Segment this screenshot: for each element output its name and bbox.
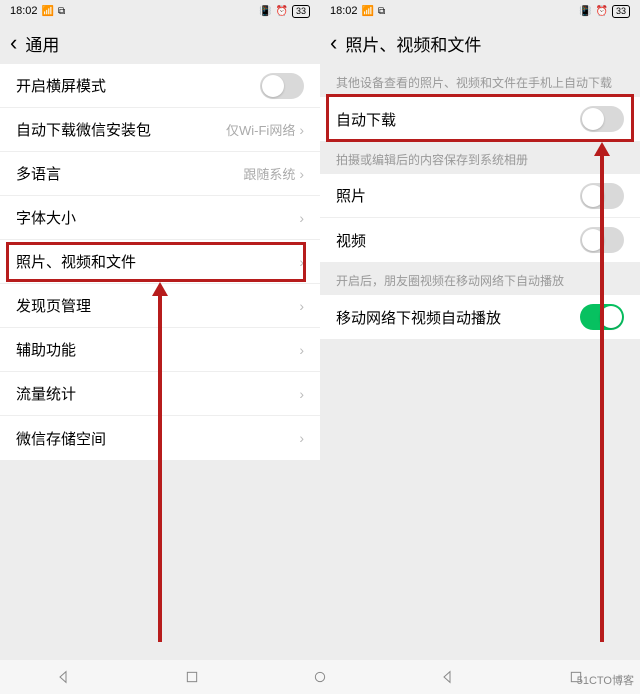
row-label: 照片 xyxy=(336,185,366,206)
chevron-right-icon: › xyxy=(299,254,304,270)
toggle-video[interactable] xyxy=(580,227,624,253)
chevron-right-icon: › xyxy=(299,122,304,138)
row-auto-download[interactable]: 自动下载 xyxy=(320,97,640,141)
row-video[interactable]: 视频 xyxy=(320,218,640,262)
row-value: 跟随系统 xyxy=(243,164,295,183)
back-icon[interactable]: ‹ xyxy=(330,30,337,56)
chevron-right-icon: › xyxy=(299,430,304,446)
wifi-icon: ⧉ xyxy=(378,6,385,17)
row-font[interactable]: 字体大小 › xyxy=(0,196,320,240)
alarm-icon: ⏰ xyxy=(276,6,288,17)
row-lang[interactable]: 多语言 跟随系统› xyxy=(0,152,320,196)
back-icon[interactable]: ‹ xyxy=(10,30,17,56)
battery-icon: 33 xyxy=(292,5,310,18)
nav-recent-icon[interactable] xyxy=(184,669,200,685)
row-autodl-pkg[interactable]: 自动下载微信安装包 仅Wi-Fi网络› xyxy=(0,108,320,152)
nav-home-icon[interactable] xyxy=(312,669,328,685)
status-time: 18:02 xyxy=(10,5,38,17)
status-bar: 18:02 📶 ⧉ 📳 ⏰ 33 xyxy=(320,0,640,22)
android-navbar xyxy=(0,660,640,694)
row-label: 移动网络下视频自动播放 xyxy=(336,307,501,328)
phone-left: 18:02 📶 ⧉ 📳 ⏰ 33 ‹ 通用 开启横屏模式 自动下载微信安装包 xyxy=(0,0,320,694)
signal-icon: 📶 xyxy=(362,6,374,17)
section-hint: 其他设备查看的照片、视频和文件在手机上自动下载 xyxy=(320,64,640,97)
vibrate-icon: 📳 xyxy=(259,6,271,17)
row-accessibility[interactable]: 辅助功能 › xyxy=(0,328,320,372)
page-title: 通用 xyxy=(25,31,59,56)
toggle-photo[interactable] xyxy=(580,183,624,209)
row-landscape[interactable]: 开启横屏模式 xyxy=(0,64,320,108)
toggle-auto-download[interactable] xyxy=(580,106,624,132)
row-label: 微信存储空间 xyxy=(16,428,106,449)
row-label: 自动下载 xyxy=(336,109,396,130)
row-label: 发现页管理 xyxy=(16,295,91,316)
row-label: 流量统计 xyxy=(16,383,76,404)
row-autoplay[interactable]: 移动网络下视频自动播放 xyxy=(320,295,640,339)
toggle-autoplay[interactable] xyxy=(580,304,624,330)
chevron-right-icon: › xyxy=(299,166,304,182)
phone-right: 18:02 📶 ⧉ 📳 ⏰ 33 ‹ 照片、视频和文件 其他设备查看的照片、视频… xyxy=(320,0,640,694)
title-bar: ‹ 照片、视频和文件 xyxy=(320,22,640,64)
row-label: 视频 xyxy=(336,230,366,251)
row-value: 仅Wi-Fi网络 xyxy=(226,120,295,139)
row-label: 自动下载微信安装包 xyxy=(16,119,151,140)
status-bar: 18:02 📶 ⧉ 📳 ⏰ 33 xyxy=(0,0,320,22)
row-label: 多语言 xyxy=(16,163,61,184)
section-hint: 拍摄或编辑后的内容保存到系统相册 xyxy=(320,141,640,174)
toggle-landscape[interactable] xyxy=(260,73,304,99)
row-traffic[interactable]: 流量统计 › xyxy=(0,372,320,416)
row-label: 辅助功能 xyxy=(16,339,76,360)
row-storage[interactable]: 微信存储空间 › xyxy=(0,416,320,460)
row-photos-videos-files[interactable]: 照片、视频和文件 › xyxy=(0,240,320,284)
battery-icon: 33 xyxy=(612,5,630,18)
chevron-right-icon: › xyxy=(299,342,304,358)
nav-back-icon[interactable] xyxy=(56,669,72,685)
chevron-right-icon: › xyxy=(299,210,304,226)
status-time: 18:02 xyxy=(330,5,358,17)
chevron-right-icon: › xyxy=(299,298,304,314)
chevron-right-icon: › xyxy=(299,386,304,402)
nav-back-icon[interactable] xyxy=(440,669,456,685)
watermark: 51CTO博客 xyxy=(577,672,634,688)
row-photo[interactable]: 照片 xyxy=(320,174,640,218)
signal-icon: 📶 xyxy=(42,6,54,17)
title-bar: ‹ 通用 xyxy=(0,22,320,64)
section-hint: 开启后，朋友圈视频在移动网络下自动播放 xyxy=(320,262,640,295)
wifi-icon: ⧉ xyxy=(58,6,65,17)
row-label: 照片、视频和文件 xyxy=(16,251,136,272)
vibrate-icon: 📳 xyxy=(579,6,591,17)
page-title: 照片、视频和文件 xyxy=(345,31,481,56)
row-label: 开启横屏模式 xyxy=(16,75,106,96)
row-discover[interactable]: 发现页管理 › xyxy=(0,284,320,328)
alarm-icon: ⏰ xyxy=(596,6,608,17)
row-label: 字体大小 xyxy=(16,207,76,228)
